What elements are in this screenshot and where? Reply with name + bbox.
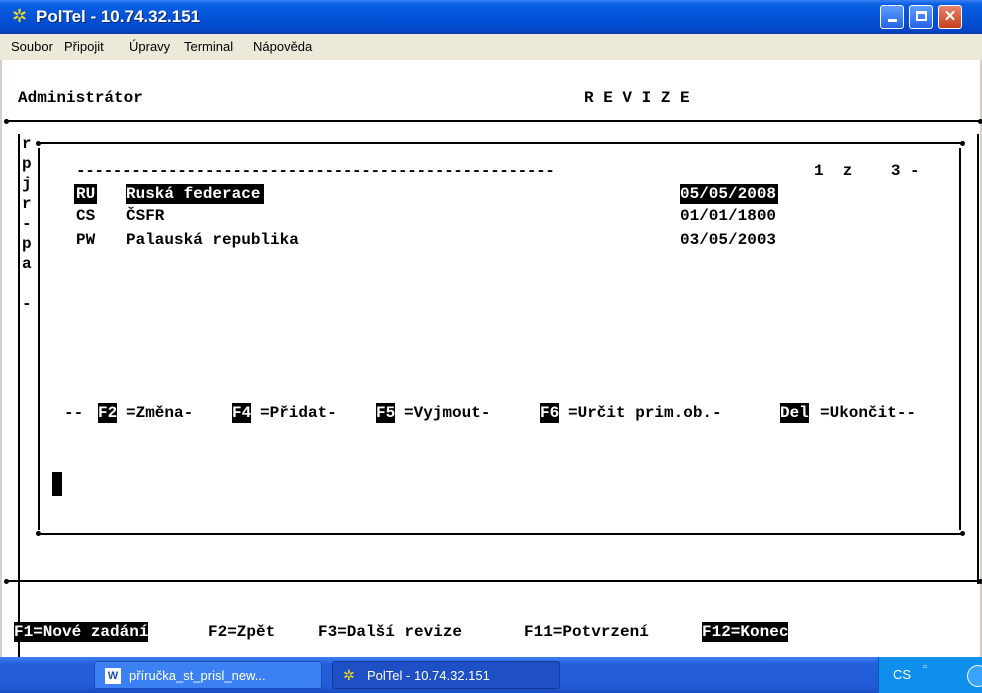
menu-bar: Soubor Připojit Úpravy Terminal Nápověda [0,34,982,61]
language-indicator[interactable]: CS [893,667,911,682]
bottom-divider [6,580,980,582]
footer-f2[interactable]: F2=Zpět [208,622,275,642]
key-f2[interactable]: F2 [98,403,118,423]
maximize-button[interactable] [909,5,933,29]
key-f6[interactable]: F6 [540,403,560,423]
bg-letter: r [22,135,32,153]
user-label: Administrátor [18,89,143,107]
taskbar: W příručka_st_prisl_new... ✲ PolTel - 10… [0,657,982,693]
divider-dot [978,119,982,124]
key-f5-label: =Vyjmout- [404,404,491,422]
taskbar-item-word[interactable]: W příručka_st_prisl_new... [94,661,322,689]
row-code: PW [76,231,96,249]
footer-f1[interactable]: F1=Nové zadání [14,622,149,642]
divider-dot [978,579,982,584]
app-icon: ✲ [343,668,355,684]
corner-dot [36,141,41,146]
terminal-screen[interactable]: Administrátor R E V I Z E r p j r - p a … [0,60,982,658]
dialog-bottom-border [40,533,962,535]
row-name: ČSFR [126,207,165,225]
key-f5[interactable]: F5 [376,403,396,423]
window-title: PolTel - 10.74.32.151 [36,7,201,26]
taskbar-item-poltel[interactable]: ✲ PolTel - 10.74.32.151 [332,661,560,689]
divider-dot [4,119,9,124]
row-name: Palauská republika [126,231,299,249]
pager-indicator: 1 z 3 - [814,162,920,180]
row-name: Ruská federace [126,184,265,204]
pager-rule: ----------------------------------------… [76,162,555,180]
footer-f3[interactable]: F3=Další revize [318,622,462,642]
bg-letter: r [22,195,32,213]
tray-icon[interactable] [967,665,982,687]
divider-dot [4,579,9,584]
key-del[interactable]: Del [780,403,809,423]
minimize-icon [887,19,897,22]
menu-pripojit[interactable]: Připojit [64,39,104,54]
footer-f11[interactable]: F11=Potvrzení [524,622,649,642]
close-button[interactable]: ✕ [938,5,962,29]
maximize-icon [915,11,927,21]
screen-title: R E V I Z E [584,89,690,107]
key-f6-label: =Určit prim.ob.- [568,404,722,422]
top-divider [6,120,980,122]
bg-letter: p [22,155,32,173]
task-label: PolTel - 10.74.32.151 [367,668,490,683]
footer-f12[interactable]: F12=Konec [702,622,789,642]
row-code: CS [76,207,96,225]
corner-dot [960,531,965,536]
key-f4-label: =Přidat- [260,404,337,422]
menu-soubor[interactable]: Soubor [11,39,53,54]
row-code: RU [74,184,98,204]
restore-icon[interactable]: ▫ [923,661,927,673]
bg-letter: - [22,215,32,233]
menu-napoveda[interactable]: Nápověda [253,39,312,54]
bg-letter: p [22,235,32,253]
dialog-left-border [38,148,40,530]
system-tray: CS ▫ [878,657,982,693]
bg-letter: a [22,255,32,273]
bg-frame-right [977,134,979,584]
row-date: 01/01/1800 [680,207,777,225]
row-date: 03/05/2003 [680,231,777,249]
text-cursor [52,472,62,496]
task-label: příručka_st_prisl_new... [129,668,266,683]
menu-upravy[interactable]: Úpravy [129,39,170,54]
keys-prefix: -- [64,404,84,422]
app-icon: ✲ [12,6,28,27]
corner-dot [960,141,965,146]
close-icon: ✕ [943,8,957,25]
word-document-icon: W [105,668,121,684]
key-f2-label: =Změna- [126,404,194,422]
key-f4[interactable]: F4 [232,403,252,423]
menu-terminal[interactable]: Terminal [184,39,233,54]
bg-letter: - [22,295,32,313]
title-bar[interactable]: ✲ PolTel - 10.74.32.151 ✕ [0,0,982,34]
row-date: 05/05/2008 [680,184,779,204]
minimize-button[interactable] [880,5,904,29]
dialog-right-border [959,148,961,530]
bg-letter: j [22,175,32,193]
key-del-label: =Ukončit-- [820,404,917,422]
corner-dot [36,531,41,536]
dialog-top-border [40,142,962,144]
